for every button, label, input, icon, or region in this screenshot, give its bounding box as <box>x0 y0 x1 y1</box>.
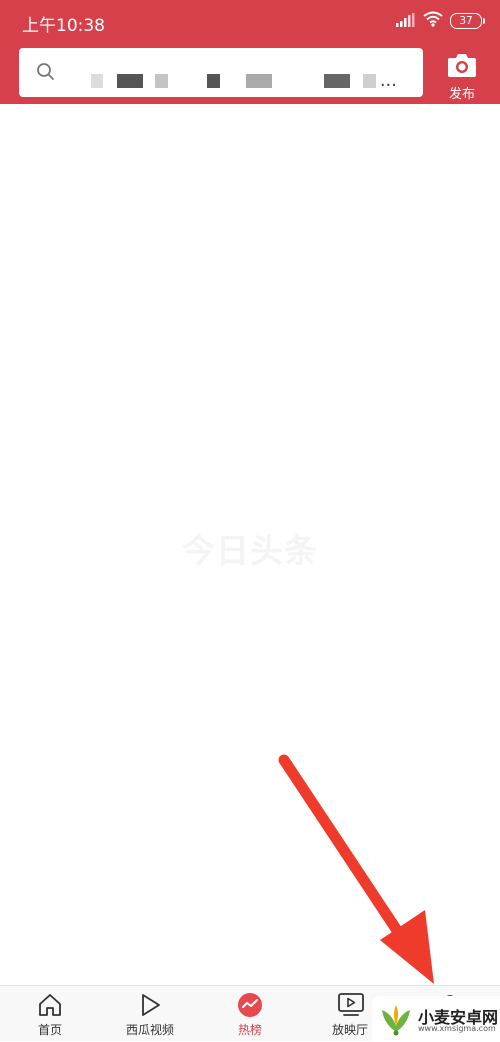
status-bar: 上午10:38 37 <box>0 0 500 44</box>
android-logo-icon <box>378 1002 414 1040</box>
annotation-arrow-icon <box>270 750 450 994</box>
camera-icon <box>447 52 477 82</box>
search-input[interactable]: ... <box>19 48 423 97</box>
search-ellipsis: ... <box>379 70 397 91</box>
screen-play-icon <box>337 992 364 1018</box>
trending-icon <box>237 992 263 1018</box>
tab-xigua-video[interactable]: 西瓜视频 <box>100 986 200 1042</box>
search-suggestion-obscured <box>91 74 391 88</box>
tab-hot-list[interactable]: 热榜 <box>200 986 300 1042</box>
play-icon <box>137 992 163 1018</box>
tab-hot-list-label: 热榜 <box>237 1023 262 1037</box>
publish-label: 发布 <box>448 87 475 102</box>
tab-home-label: 首页 <box>37 1023 62 1037</box>
signal-icon <box>396 12 416 31</box>
wifi-icon <box>423 11 443 31</box>
status-icons: 37 <box>396 10 485 32</box>
publish-button[interactable]: 发布 <box>437 50 487 102</box>
home-icon <box>37 992 63 1018</box>
site-watermark-badge: 小麦安卓网 www.xmsigma.com <box>372 996 500 1041</box>
app-logo-watermark: 今日头条 <box>182 531 318 570</box>
search-icon <box>36 62 56 86</box>
tab-home[interactable]: 首页 <box>0 986 100 1042</box>
tab-xigua-video-label: 西瓜视频 <box>125 1023 174 1037</box>
status-time: 上午10:38 <box>22 16 105 36</box>
app-header: 上午10:38 37 ... 发布 <box>0 0 500 104</box>
site-badge-url: www.xmsigma.com <box>418 1024 496 1033</box>
battery-icon: 37 <box>450 13 485 29</box>
